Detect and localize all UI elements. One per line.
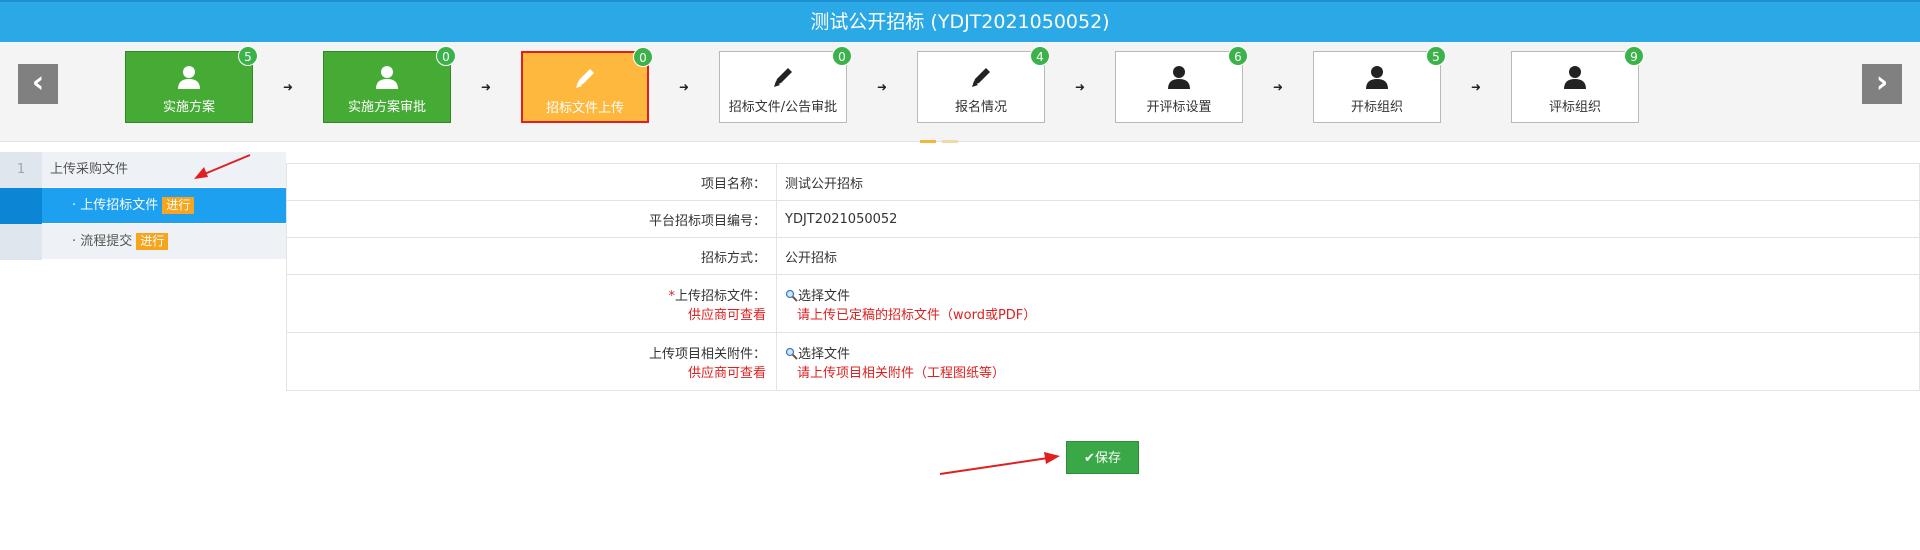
arrow-icon: ➜ [1272, 80, 1284, 94]
step-doc-notice-approval[interactable]: 招标文件/公告审批 0 [719, 46, 852, 123]
nav-item-marker [0, 224, 42, 260]
method-value: 公开招标 [776, 237, 1920, 275]
arrow-icon: ➜ [1074, 80, 1086, 94]
upload-att-value-cell: 选择文件 请上传项目相关附件（工程图纸等） [776, 332, 1920, 391]
arrow-icon: ➜ [480, 80, 492, 94]
user-icon [1168, 66, 1190, 89]
project-code-value: YDJT2021050052 [776, 200, 1920, 238]
next-steps-button[interactable]: › [1862, 64, 1902, 104]
step-plan-approval[interactable]: 实施方案审批 0 [323, 46, 456, 123]
choose-attachment-button[interactable]: 选择文件 [785, 343, 1919, 362]
annotation-arrow-icon [194, 154, 251, 179]
search-icon [785, 347, 798, 360]
form-row-project-name: 项目名称： 测试公开招标 [286, 163, 1920, 201]
pencil-icon [972, 68, 990, 87]
choose-attachment-label: 选择文件 [798, 346, 851, 362]
check-icon: ✔ [1084, 451, 1095, 466]
form-row-upload-attachments: 上传项目相关附件： 供应商可查看 选择文件 请上传项目相关附件（工程图纸等） [286, 332, 1920, 391]
user-icon [376, 66, 398, 89]
prev-steps-button[interactable]: ‹ [18, 64, 58, 104]
page-title: 测试公开招标 (YDJT2021050052) [0, 0, 1920, 42]
step-registration-status[interactable]: 报名情况 4 [917, 46, 1050, 123]
upload-att-label-cell: 上传项目相关附件： 供应商可查看 [286, 332, 777, 391]
step-count-badge: 0 [633, 47, 653, 67]
section-label: 上传采购文件 [50, 162, 129, 177]
status-badge: 进行 [162, 197, 195, 214]
upload-att-label: 上传项目相关附件： [648, 346, 766, 362]
step-count-badge: 9 [1624, 46, 1644, 66]
arrow-icon: ➜ [282, 80, 294, 94]
step-count-badge: 4 [1030, 46, 1050, 66]
step-label: 评标组织 [1548, 100, 1601, 115]
upload-form: 项目名称： 测试公开招标 平台招标项目编号： YDJT2021050052 招标… [286, 163, 1920, 391]
step-label: 实施方案 [162, 100, 215, 115]
save-label: 保存 [1094, 451, 1121, 466]
nav-item-label: · 上传招标文件 进行 [72, 188, 195, 224]
user-icon [1564, 66, 1586, 89]
step-bid-evaluation-setup[interactable]: 开评标设置 6 [1115, 46, 1248, 123]
arrow-icon: ➜ [876, 80, 888, 94]
search-icon [785, 289, 798, 302]
status-badge: 进行 [136, 233, 169, 250]
pencil-icon [774, 68, 792, 87]
step-label: 招标文件/公告审批 [728, 100, 838, 115]
step-count-badge: 5 [238, 46, 258, 66]
upload-doc-label: 上传招标文件： [674, 288, 766, 304]
pager-dot[interactable] [942, 140, 958, 143]
upload-doc-hint: 请上传已定稿的招标文件（word或PDF） [797, 307, 1037, 323]
step-bid-evaluation[interactable]: 评标组织 9 [1511, 46, 1644, 123]
upload-doc-label-cell: *上传招标文件： 供应商可查看 [286, 274, 777, 333]
arrow-icon: ➜ [678, 80, 690, 94]
step-count-badge: 6 [1228, 46, 1248, 66]
nav-item-marker [0, 188, 42, 224]
form-row-upload-tender-doc: *上传招标文件： 供应商可查看 选择文件 请上传已定稿的招标文件（word或PD… [286, 274, 1920, 333]
nav-item-process-submit[interactable]: · 流程提交 进行 [0, 224, 286, 260]
choose-file-label: 选择文件 [798, 288, 851, 304]
form-row-project-code: 平台招标项目编号： YDJT2021050052 [286, 200, 1920, 238]
method-label: 招标方式： [286, 237, 777, 275]
upload-doc-visibility-note: 供应商可查看 [687, 307, 766, 323]
save-button[interactable]: ✔保存 [1066, 441, 1139, 474]
pager-dot-active[interactable] [920, 140, 936, 143]
pencil-icon [576, 69, 594, 88]
upload-att-hint: 请上传项目相关附件（工程图纸等） [797, 365, 1006, 381]
steps-pager[interactable] [920, 132, 964, 147]
step-count-badge: 0 [832, 46, 852, 66]
step-bid-opening[interactable]: 开标组织 5 [1313, 46, 1446, 123]
step-label: 实施方案审批 [347, 100, 426, 115]
project-name-value: 测试公开招标 [776, 163, 1920, 201]
choose-file-button[interactable]: 选择文件 [785, 285, 1919, 304]
nav-item-text: · 流程提交 [72, 234, 133, 249]
project-code-label: 平台招标项目编号： [286, 200, 777, 238]
nav-item-label: · 流程提交 进行 [72, 224, 169, 260]
project-name-label: 项目名称： [286, 163, 777, 201]
nav-item-text: · 上传招标文件 [72, 198, 159, 213]
step-implementation-plan[interactable]: 实施方案 5 [125, 46, 258, 123]
form-row-method: 招标方式： 公开招标 [286, 237, 1920, 275]
step-label: 招标文件上传 [545, 101, 624, 116]
process-steps-bar: ‹ 实施方案 5 ➜ 实施方案审批 0 ➜ 招标文件上传 0 ➜ 招标文件/公告… [0, 42, 1920, 143]
step-label: 报名情况 [954, 100, 1007, 115]
step-count-badge: 0 [436, 46, 456, 66]
annotation-arrow-icon [939, 452, 1060, 475]
user-icon [178, 66, 200, 89]
user-icon [1366, 66, 1388, 89]
step-label: 开评标设置 [1146, 100, 1212, 115]
step-count-badge: 5 [1426, 46, 1446, 66]
step-label: 开标组织 [1350, 100, 1403, 115]
step-tender-doc-upload[interactable]: 招标文件上传 0 [521, 47, 653, 123]
nav-item-upload-tender-doc[interactable]: · 上传招标文件 进行 [0, 188, 286, 224]
arrow-icon: ➜ [1470, 80, 1482, 94]
upload-att-visibility-note: 供应商可查看 [687, 365, 766, 381]
upload-doc-value-cell: 选择文件 请上传已定稿的招标文件（word或PDF） [776, 274, 1920, 333]
section-number: 1 [0, 152, 42, 188]
